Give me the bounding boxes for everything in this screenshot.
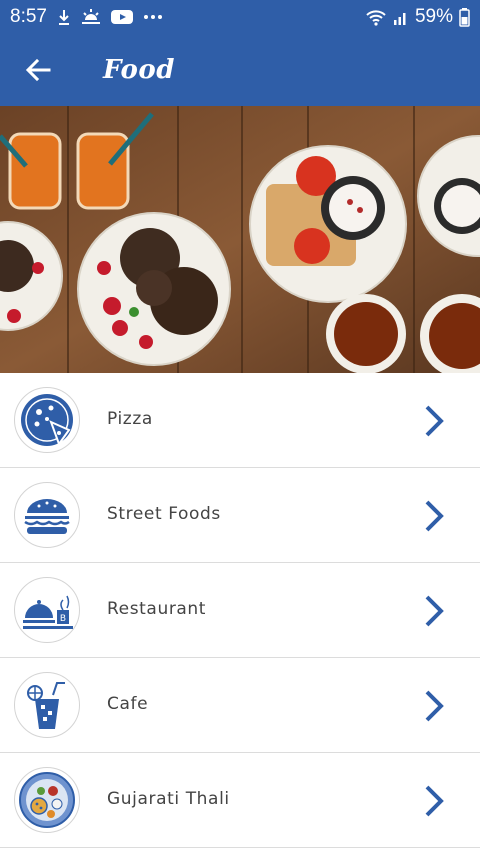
battery-percent: 59% [414, 6, 453, 27]
category-thumb [14, 767, 80, 833]
category-label: Street Foods [107, 504, 221, 524]
category-thumb: B [14, 577, 80, 643]
cafe-drink-icon [27, 682, 65, 729]
status-time: 8:57 [10, 6, 47, 27]
restaurant-icon: B [23, 595, 73, 629]
category-label: Restaurant [107, 599, 207, 619]
category-list: Pizza Street Foods B Restaurant Cafe Guj… [0, 373, 480, 848]
chevron-right-icon [425, 500, 444, 532]
svg-text:B: B [60, 614, 66, 624]
youtube-icon [110, 9, 133, 25]
burger-icon [24, 499, 70, 534]
category-label: Pizza [107, 409, 153, 429]
hero-food-image [0, 106, 480, 373]
back-button[interactable] [0, 34, 76, 106]
pizza-icon [21, 394, 73, 447]
battery-icon [459, 7, 470, 27]
category-item-gujarati-thali[interactable]: Gujarati Thali [0, 753, 480, 848]
weather-icon [81, 8, 101, 26]
chevron-right-icon [425, 690, 444, 722]
category-thumb [14, 482, 80, 548]
category-thumb [14, 387, 80, 453]
thali-icon [19, 772, 75, 828]
category-label: Cafe [107, 694, 149, 714]
category-item-street-foods[interactable]: Street Foods [0, 468, 480, 563]
download-icon [57, 8, 71, 26]
arrow-back-icon [25, 58, 51, 82]
app-bar: Food [0, 34, 480, 106]
category-item-restaurant[interactable]: B Restaurant [0, 563, 480, 658]
chevron-right-icon [425, 595, 444, 627]
chevron-right-icon [425, 785, 444, 817]
chevron-right-icon [425, 405, 444, 437]
category-label: Gujarati Thali [107, 789, 230, 809]
category-item-cafe[interactable]: Cafe [0, 658, 480, 753]
wifi-icon [365, 8, 387, 26]
category-thumb [14, 672, 80, 738]
more-icon [143, 14, 163, 20]
page-title: Food [103, 55, 175, 85]
signal-icon [393, 8, 409, 26]
status-bar: 8:57 59% [0, 0, 480, 34]
category-item-pizza[interactable]: Pizza [0, 373, 480, 468]
